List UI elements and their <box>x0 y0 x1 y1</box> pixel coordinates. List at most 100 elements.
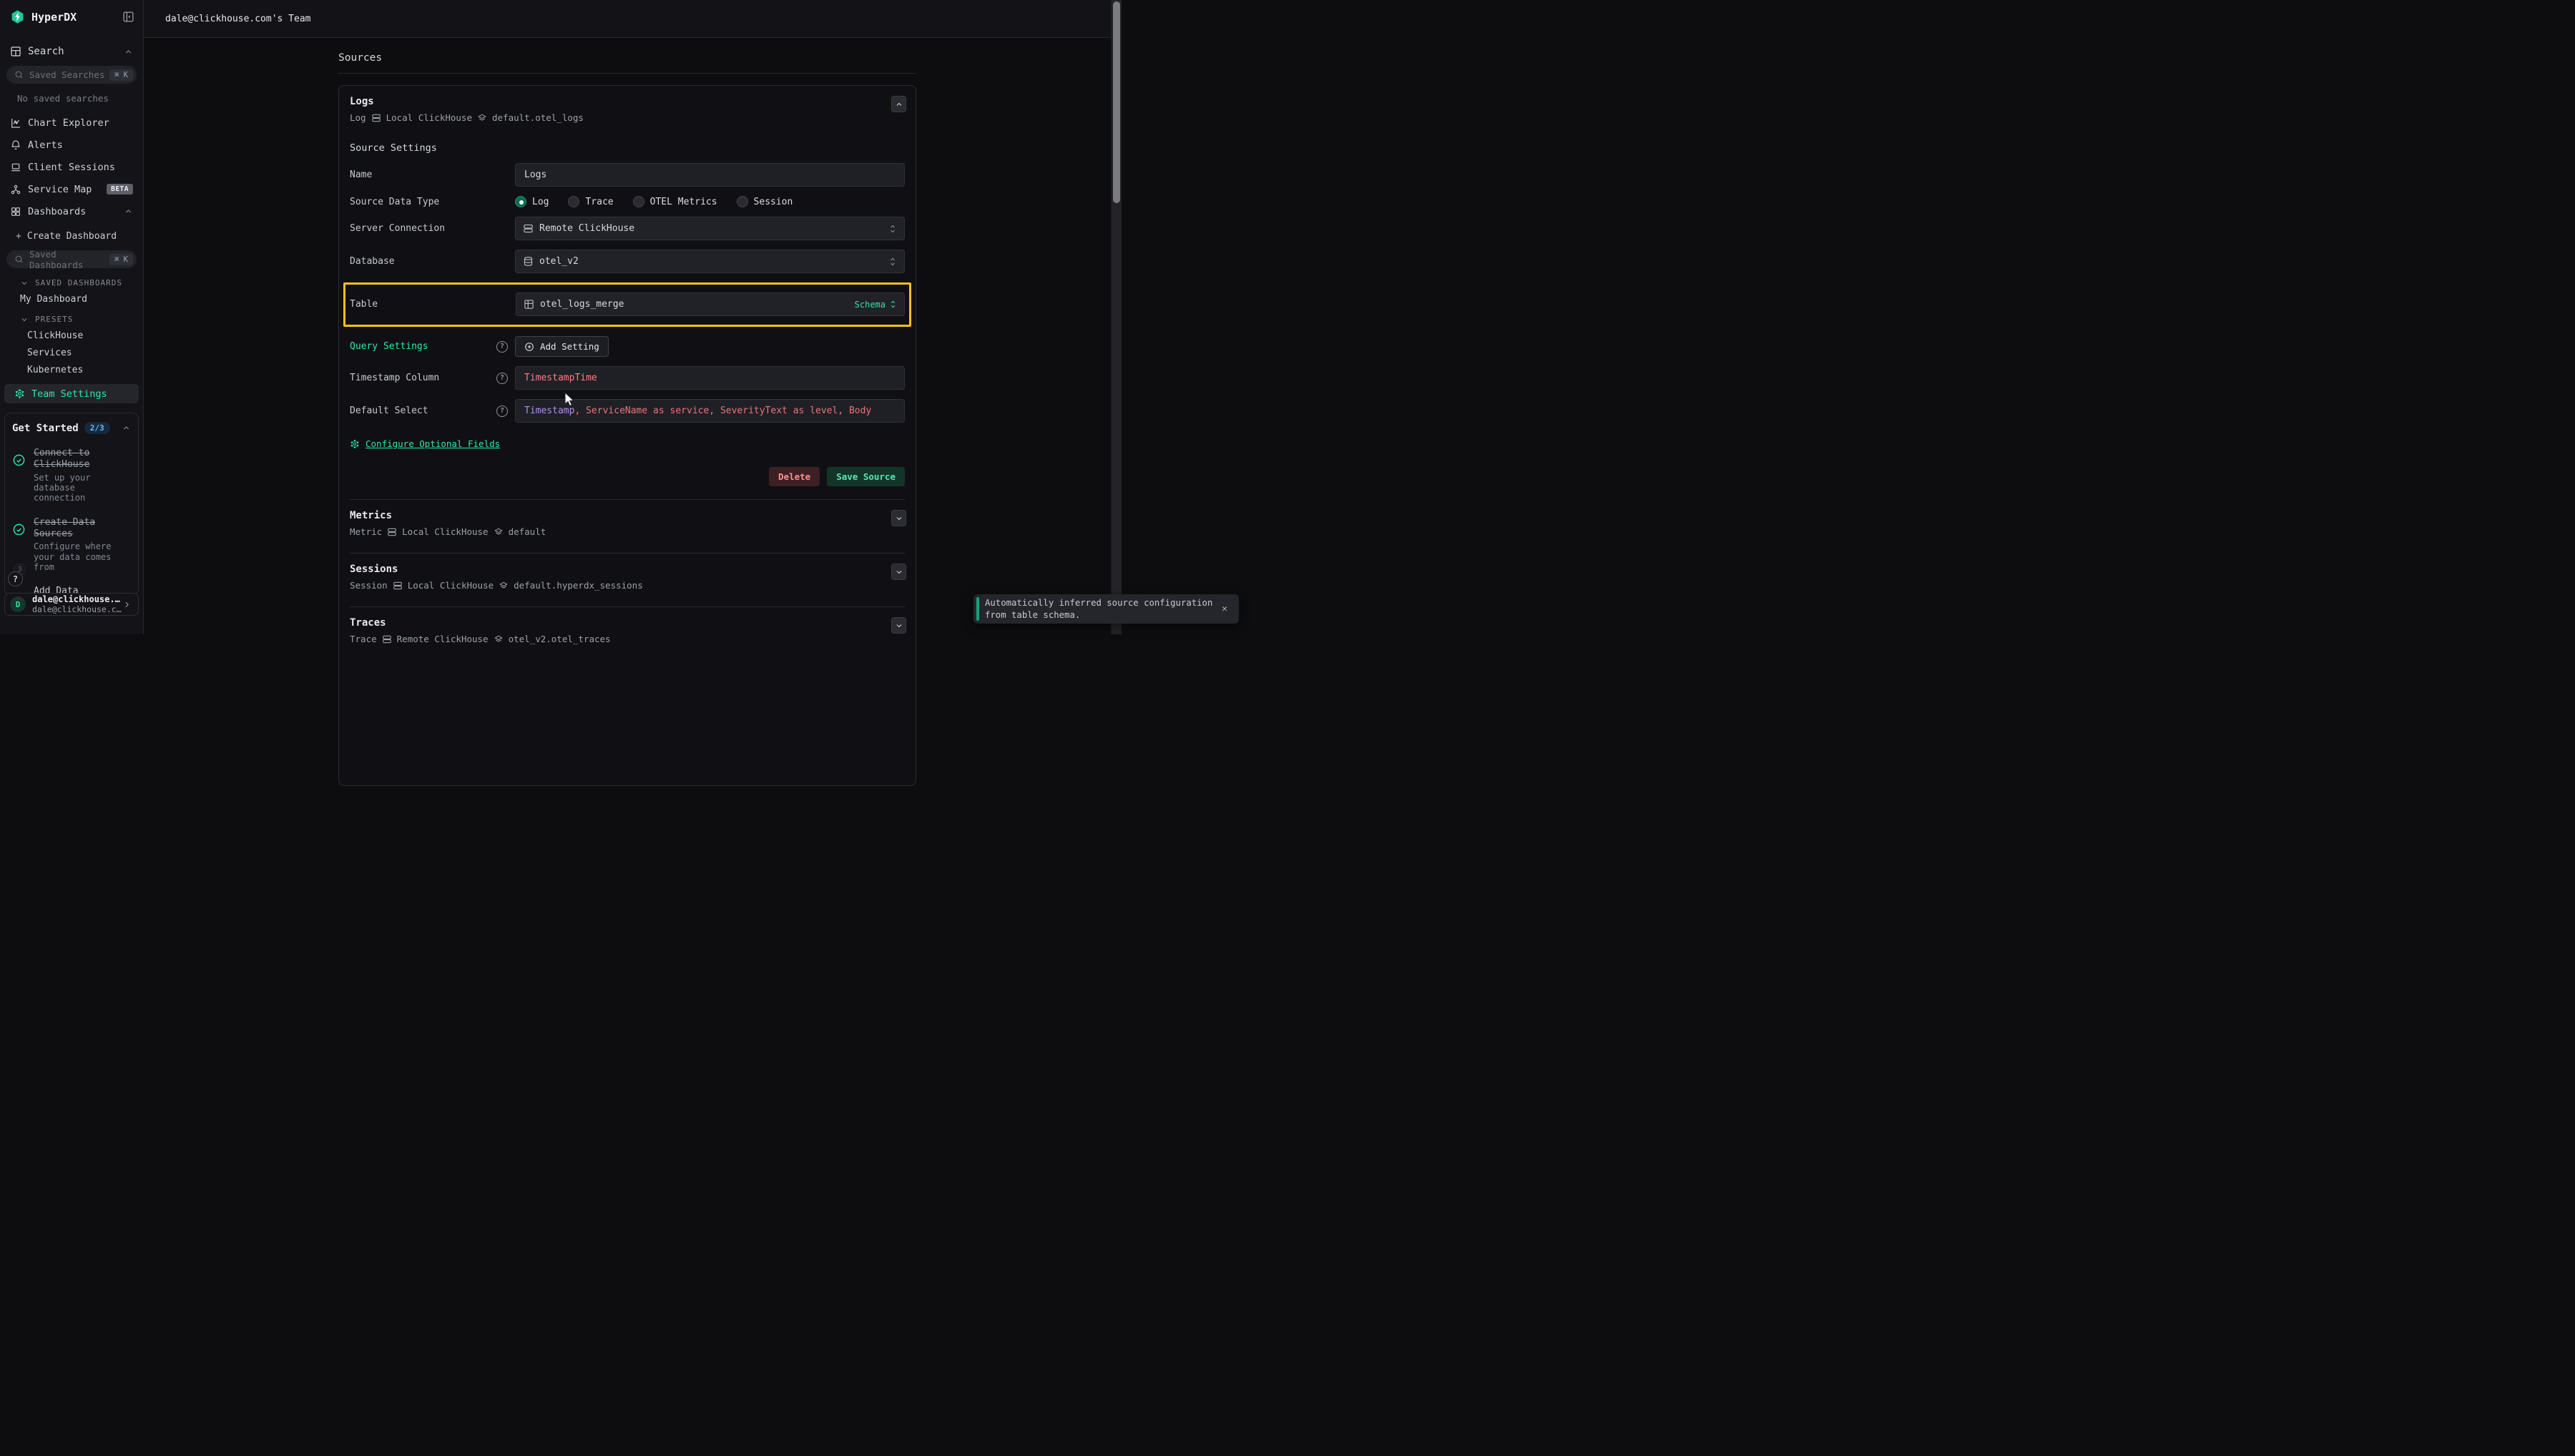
topbar: dale@clickhouse.com's Team <box>144 0 1122 38</box>
plus-icon: + <box>16 231 21 242</box>
sidebar-item-services[interactable]: Services <box>0 341 143 358</box>
table-icon <box>10 46 21 57</box>
chevron-down-icon <box>895 621 903 630</box>
table-row-highlight: Table otel_logs_merge Schema <box>343 282 911 327</box>
traces-section: Traces Trace Remote ClickHouse otel_v2.o… <box>339 607 916 644</box>
radio-otel-metrics[interactable]: OTEL Metrics <box>633 196 717 207</box>
radio-trace[interactable]: Trace <box>568 196 613 207</box>
check-circle-icon <box>12 523 26 536</box>
search-icon <box>14 255 24 264</box>
name-row: Name Logs <box>339 163 916 187</box>
layers-icon <box>499 581 509 591</box>
server-connection-select[interactable]: Remote ClickHouse <box>515 217 905 240</box>
query-settings-row: Query Settings ? Add Setting <box>339 336 916 357</box>
laptop-icon <box>10 162 21 173</box>
logs-title: Logs <box>350 96 905 107</box>
chevron-up-icon[interactable] <box>124 47 133 56</box>
sidebar-item-service-map[interactable]: Service Map BETA <box>0 178 143 200</box>
sidebar-item-client-sessions[interactable]: Client Sessions <box>0 156 143 178</box>
table-select[interactable]: otel_logs_merge Schema <box>516 292 905 316</box>
expand-metrics-button[interactable] <box>891 510 906 526</box>
plus-circle-icon <box>524 342 534 352</box>
chevron-down-icon <box>895 568 903 576</box>
kbd-shortcut: ⌘ K <box>109 254 133 265</box>
save-source-button[interactable]: Save Source <box>827 467 905 486</box>
create-dashboard-button[interactable]: + Create Dashboard <box>0 222 143 242</box>
add-setting-button[interactable]: Add Setting <box>515 336 609 357</box>
chart-icon <box>10 117 21 129</box>
sidebar: HyperDX Search Saved Searches ⌘ K No sav… <box>0 0 144 634</box>
chevron-down-icon <box>20 315 29 324</box>
scrollbar-track[interactable] <box>1111 0 1122 634</box>
close-icon[interactable]: ✕ <box>1217 601 1232 617</box>
sidebar-item-my-dashboard[interactable]: My Dashboard <box>0 287 143 305</box>
server-connection-row: Server Connection Remote ClickHouse <box>339 217 916 240</box>
logs-section: Logs Log Local ClickHouse default.otel_l… <box>339 86 916 123</box>
get-started-step-connect[interactable]: Connect to ClickHouse Set up your databa… <box>12 448 131 503</box>
logo-row: HyperDX <box>0 0 143 24</box>
sidebar-item-dashboards[interactable]: Dashboards <box>0 200 143 222</box>
timestamp-column-input[interactable]: TimestampTime <box>515 366 905 390</box>
avatar: D <box>10 596 26 612</box>
collapse-sidebar-icon[interactable] <box>122 11 134 23</box>
database-select[interactable]: otel_v2 <box>515 250 905 273</box>
user-menu[interactable]: D dale@clickhouse.… dale@clickhouse.c… <box>4 593 139 616</box>
sessions-subtitle: Session Local ClickHouse default.hyperdx… <box>350 580 905 591</box>
radio-log[interactable]: Log <box>515 196 549 207</box>
server-icon <box>523 223 534 234</box>
team-title: dale@clickhouse.com's Team <box>165 14 311 24</box>
help-cluster: 3 ? <box>8 564 36 589</box>
layers-icon <box>477 113 487 123</box>
expand-sessions-button[interactable] <box>891 564 906 580</box>
radio-selected-icon <box>515 196 526 207</box>
divider <box>338 73 916 74</box>
main-area: dale@clickhouse.com's Team Sources Logs … <box>144 0 1122 634</box>
help-icon[interactable]: ? <box>496 373 508 384</box>
select-caret-icon <box>888 257 897 267</box>
page-title: Sources <box>338 38 916 64</box>
presets-header[interactable]: PRESETS <box>0 305 143 324</box>
app-title: HyperDX <box>31 11 122 24</box>
progress-badge: 2/3 <box>84 422 110 434</box>
chevron-up-icon[interactable] <box>124 207 133 216</box>
app-root: HyperDX Search Saved Searches ⌘ K No sav… <box>0 0 1122 634</box>
select-caret-icon <box>889 300 897 309</box>
kbd-shortcut: ⌘ K <box>109 69 133 81</box>
collapse-logs-button[interactable] <box>891 96 906 112</box>
name-input[interactable]: Logs <box>515 163 905 187</box>
help-icon[interactable]: ? <box>496 341 508 353</box>
timestamp-column-row: Timestamp Column ? TimestampTime <box>339 366 916 390</box>
sidebar-item-search[interactable]: Search <box>0 46 143 57</box>
radio-session[interactable]: Session <box>737 196 793 207</box>
gear-icon <box>350 439 360 449</box>
default-select-row: Default Select ? Timestamp, ServiceName … <box>339 399 916 423</box>
scrollbar-thumb[interactable] <box>1113 1 1120 203</box>
help-button[interactable]: ? <box>8 571 23 586</box>
help-icon[interactable]: ? <box>496 405 508 417</box>
form-actions: Delete Save Source <box>339 467 916 486</box>
chevron-up-icon[interactable] <box>122 423 131 433</box>
delete-button[interactable]: Delete <box>769 467 820 486</box>
sidebar-item-alerts[interactable]: Alerts <box>0 134 143 156</box>
chevron-up-icon <box>895 100 903 109</box>
sidebar-item-clickhouse[interactable]: ClickHouse <box>0 324 143 341</box>
saved-dashboards-input[interactable]: Saved Dashboards ⌘ K <box>6 250 137 268</box>
saved-dashboards-header[interactable]: SAVED DASHBOARDS <box>0 268 143 287</box>
schema-button[interactable]: Schema <box>855 300 886 310</box>
configure-optional-fields-link[interactable]: Configure Optional Fields <box>366 438 500 449</box>
sidebar-item-kubernetes[interactable]: Kubernetes <box>0 358 143 375</box>
server-icon <box>371 113 381 123</box>
sidebar-item-team-settings[interactable]: Team Settings <box>4 384 139 403</box>
chevron-right-icon <box>122 600 132 609</box>
expand-traces-button[interactable] <box>891 617 906 634</box>
gear-icon <box>14 388 25 399</box>
default-select-input[interactable]: Timestamp, ServiceName as service, Sever… <box>515 399 905 423</box>
metrics-section: Metrics Metric Local ClickHouse default <box>339 500 916 537</box>
source-data-type-row: Source Data Type Log Trace <box>339 196 916 207</box>
sidebar-item-chart-explorer[interactable]: Chart Explorer <box>0 112 143 134</box>
user-email: dale@clickhouse.c… <box>32 604 122 614</box>
table-grid-icon <box>524 299 534 310</box>
saved-searches-input[interactable]: Saved Searches ⌘ K <box>6 66 137 84</box>
layers-icon <box>494 634 504 644</box>
radio-icon <box>737 196 748 207</box>
